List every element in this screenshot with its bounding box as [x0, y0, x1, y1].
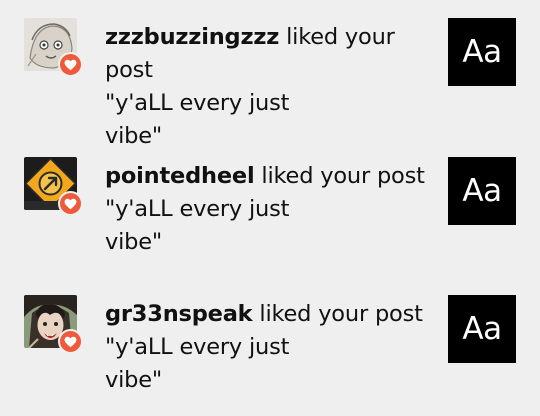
avatar-container[interactable]	[24, 18, 83, 77]
username-link[interactable]: zzzbuzzingzzz	[105, 24, 279, 50]
avatar-container[interactable]	[24, 157, 83, 216]
notification-item[interactable]: zzzbuzzingzzz liked your post "y'aLL eve…	[0, 18, 540, 149]
post-excerpt-line[interactable]: "y'aLL every just	[105, 331, 440, 364]
heart-badge	[58, 329, 83, 354]
post-thumbnail[interactable]: Aa	[448, 295, 516, 363]
post-excerpt-line[interactable]: vibe"	[105, 364, 440, 397]
notification-text: gr33nspeak liked your post "y'aLL every …	[105, 298, 440, 397]
heart-icon	[64, 59, 77, 70]
username-link[interactable]: gr33nspeak	[105, 301, 253, 327]
action-text: liked your post	[252, 301, 423, 327]
heart-icon	[64, 336, 77, 347]
heart-badge	[58, 191, 83, 216]
post-thumbnail[interactable]: Aa	[448, 18, 516, 86]
thumbnail-text: Aa	[462, 34, 502, 70]
post-excerpt-line[interactable]: vibe"	[105, 120, 440, 153]
notification-item[interactable]: gr33nspeak liked your post "y'aLL every …	[0, 295, 540, 415]
heart-icon	[64, 198, 77, 209]
avatar-container[interactable]	[24, 295, 83, 354]
action-text: liked your post	[254, 163, 425, 189]
notification-text: pointedheel liked your post "y'aLL every…	[105, 160, 440, 259]
notification-list: zzzbuzzingzzz liked your post "y'aLL eve…	[0, 0, 540, 416]
heart-badge	[58, 52, 83, 77]
post-thumbnail[interactable]: Aa	[448, 157, 516, 225]
notification-item[interactable]: pointedheel liked your post "y'aLL every…	[0, 157, 540, 277]
notification-text: zzzbuzzingzzz liked your post "y'aLL eve…	[105, 21, 440, 153]
thumbnail-text: Aa	[462, 173, 502, 209]
post-excerpt-line[interactable]: "y'aLL every just	[105, 193, 440, 226]
post-excerpt-line[interactable]: "y'aLL every just	[105, 87, 440, 120]
post-excerpt-line[interactable]: vibe"	[105, 226, 440, 259]
thumbnail-text: Aa	[462, 311, 502, 347]
username-link[interactable]: pointedheel	[105, 163, 255, 189]
